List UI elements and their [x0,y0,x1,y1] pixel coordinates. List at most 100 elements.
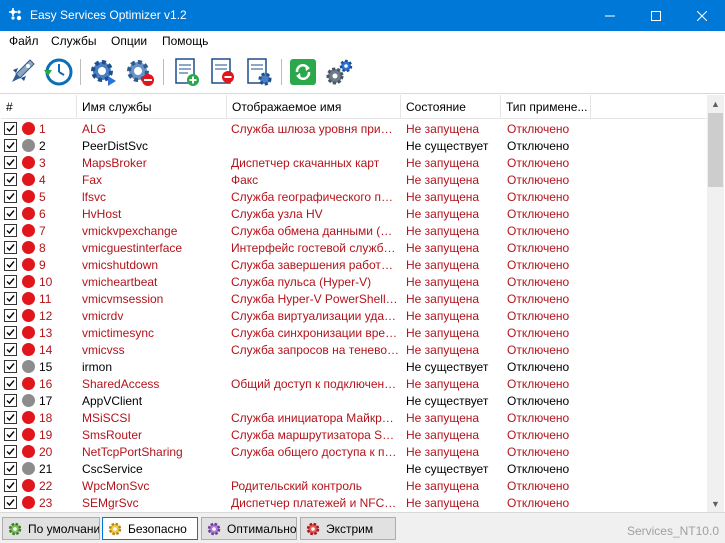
table-row[interactable]: 7 vmickvpexchange Служба обмена данными (H… [1,222,707,239]
maximize-button[interactable] [633,0,679,31]
services-list[interactable]: # Имя службы Отображаемое имя Состояние … [1,95,707,512]
table-row[interactable]: 18 MSiSCSI Служба инициатора Майкрос... Не … [1,409,707,426]
table-row[interactable]: 23 SEMgrSvc Диспетчер платежей и NFC/з... Н… [1,494,707,511]
row-checkbox[interactable] [4,207,17,220]
preset-optimal-label: Оптимально [227,521,297,536]
row-checkbox[interactable] [4,275,17,288]
status-bar: По умолчани Безопасно Оптимально Экстрим… [0,512,725,543]
row-checkbox[interactable] [4,343,17,356]
table-row[interactable]: 8 vmicguestinterface Интерфейс гостевой сл… [1,239,707,256]
checkmark-icon [6,499,15,507]
preset-default-button[interactable]: По умолчани [2,517,100,540]
table-row[interactable]: 20 NetTcpPortSharing Служба общего доступа… [1,443,707,460]
settings-gears-icon[interactable] [323,56,355,88]
table-row[interactable]: 10 vmicheartbeat Служба пульса (Hyper-V) Не… [1,273,707,290]
menu-services[interactable]: Службы [51,34,96,48]
refresh-icon[interactable] [287,56,319,88]
row-checkbox[interactable] [4,241,17,254]
display-name: Служба общего доступа к по... [231,445,399,459]
row-checkbox[interactable] [4,326,17,339]
stop-service-gear-icon[interactable] [124,56,156,88]
row-checkbox[interactable] [4,428,17,441]
table-row[interactable]: 21 CscService Не существует Отключено [1,460,707,477]
add-service-doc-icon[interactable] [170,56,202,88]
start-service-gear-icon[interactable] [88,56,120,88]
table-row[interactable]: 4 Fax Факс Не запущена Отключено [1,171,707,188]
table-row[interactable]: 19 SmsRouter Служба маршрутизатора SMS... Н… [1,426,707,443]
scroll-up-icon[interactable]: ▲ [707,95,724,112]
row-checkbox[interactable] [4,462,17,475]
scroll-down-icon[interactable]: ▼ [707,495,724,512]
service-state: Не запущена [406,156,480,170]
table-row[interactable]: 2 PeerDistSvc Не существует Отключено [1,137,707,154]
display-name: Служба инициатора Майкрос... [231,411,399,425]
row-checkbox[interactable] [4,190,17,203]
table-row[interactable]: 13 vmictimesync Служба синхронизации време… [1,324,707,341]
table-row[interactable]: 11 vmicvmsession Служба Hyper-V PowerShell… [1,290,707,307]
row-checkbox[interactable] [4,122,17,135]
column-header-display-name[interactable]: Отображаемое имя [227,95,401,119]
column-header-number[interactable]: # [1,95,77,119]
minimize-button[interactable] [587,0,633,31]
scroll-thumb[interactable] [708,113,723,187]
status-dot-icon [22,462,35,475]
table-row[interactable]: 22 WpcMonSvc Родительский контроль Не запущ… [1,477,707,494]
menu-file[interactable]: Файл [9,34,39,48]
remove-service-doc-icon[interactable] [206,56,238,88]
column-header-startup-type[interactable]: Тип примене... [501,95,591,119]
table-row[interactable]: 6 HvHost Служба узла HV Не запущена Отключен… [1,205,707,222]
row-checkbox[interactable] [4,411,17,424]
column-header-state[interactable]: Состояние [401,95,501,119]
row-checkbox[interactable] [4,479,17,492]
close-button[interactable] [679,0,725,31]
service-name: HvHost [82,207,122,221]
row-checkbox[interactable] [4,292,17,305]
menu-help[interactable]: Помощь [162,34,208,48]
gear-green-icon [8,522,22,535]
edit-service-doc-icon[interactable] [242,56,274,88]
row-checkbox[interactable] [4,309,17,322]
preset-safe-label: Безопасно [128,521,187,536]
checkmark-icon [6,278,15,286]
service-state: Не запущена [406,173,480,187]
preset-extreme-button[interactable]: Экстрим [300,517,396,540]
table-row[interactable]: 5 lfsvc Служба географического пол... Не за… [1,188,707,205]
checkmark-icon [6,142,15,150]
optimize-rocket-icon[interactable] [6,56,38,88]
restore-clock-icon[interactable] [42,56,74,88]
table-row[interactable]: 17 AppVClient Не существует Отключено [1,392,707,409]
startup-type: Отключено [507,462,570,476]
vertical-scrollbar[interactable]: ▲ ▼ [707,95,724,512]
close-icon [697,10,707,21]
menu-options[interactable]: Опции [111,34,147,48]
toolbar-separator [80,59,81,85]
table-row[interactable]: 9 vmicshutdown Служба завершения работы ..… [1,256,707,273]
row-checkbox[interactable] [4,258,17,271]
status-dot-icon [22,275,35,288]
row-checkbox[interactable] [4,377,17,390]
preset-safe-button[interactable]: Безопасно [102,517,198,540]
column-header-service-name[interactable]: Имя службы [77,95,227,119]
row-checkbox[interactable] [4,445,17,458]
service-state: Не существует [406,394,489,408]
row-number: 21 [39,462,53,476]
status-dot-icon [22,394,35,407]
table-row[interactable]: 1 ALG Служба шлюза уровня прило... Не запущ… [1,120,707,137]
row-checkbox[interactable] [4,496,17,509]
display-name: Служба Hyper-V PowerShell Di... [231,292,399,306]
row-checkbox[interactable] [4,360,17,373]
table-row[interactable]: 16 SharedAccess Общий доступ к подключени.… [1,375,707,392]
row-checkbox[interactable] [4,173,17,186]
service-state: Не запущена [406,309,480,323]
table-row[interactable]: 3 MapsBroker Диспетчер скачанных карт Не за… [1,154,707,171]
status-dot-icon [22,326,35,339]
row-checkbox[interactable] [4,156,17,169]
row-checkbox[interactable] [4,394,17,407]
preset-optimal-button[interactable]: Оптимально [201,517,297,540]
row-checkbox[interactable] [4,224,17,237]
table-row[interactable]: 12 vmicrdv Служба виртуализации удал... Не … [1,307,707,324]
service-name: Fax [82,173,103,187]
table-row[interactable]: 15 irmon Не существует Отключено [1,358,707,375]
table-row[interactable]: 14 vmicvss Служба запросов на теневое ... Н… [1,341,707,358]
row-checkbox[interactable] [4,139,17,152]
